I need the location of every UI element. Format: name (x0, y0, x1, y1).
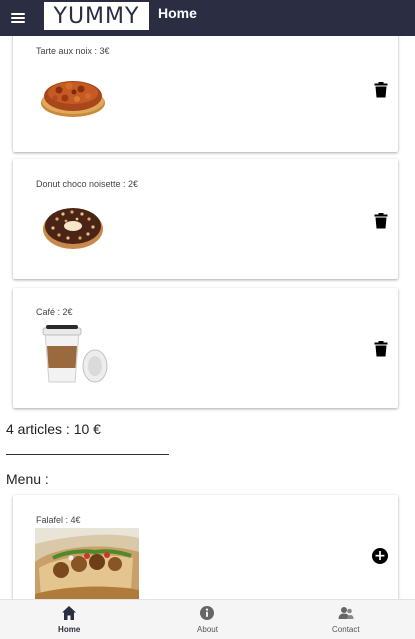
yummy-logo[interactable]: YUMMY (44, 2, 149, 30)
menu-heading: Menu : (6, 471, 49, 487)
nav-label: About (197, 625, 218, 634)
divider (6, 454, 169, 455)
nav-label: Home (58, 625, 81, 634)
cart-total: 4 articles : 10 € (6, 421, 101, 437)
home-icon (62, 606, 77, 620)
add-to-cart-button[interactable]: + (372, 548, 388, 564)
cart-item-label: Donut choco noisette : 2€ (36, 179, 139, 189)
nav-item-home[interactable]: Home (0, 600, 138, 639)
info-icon (200, 606, 215, 620)
main-content[interactable]: Tarte aux noix : 3€ Donut choco noisette… (0, 36, 415, 599)
top-app-bar: YUMMY Home (0, 0, 415, 36)
app-root: YUMMY Home Tarte aux noix : 3€ Donut cho… (0, 0, 415, 639)
menu-item-card: Falafel : 4€ + (13, 495, 398, 599)
nav-item-contact[interactable]: Contact (277, 600, 415, 639)
contact-icon (338, 607, 354, 619)
cart-item-card: Tarte aux noix : 3€ (13, 36, 398, 152)
page-title: Home (158, 5, 197, 21)
logo-text: YUMMY (53, 3, 140, 29)
cart-item-card: Café : 2€ (13, 288, 398, 408)
coffee-cup-image (42, 325, 108, 383)
delete-icon[interactable] (374, 341, 388, 357)
walnut-tart-image (41, 81, 105, 117)
menu-item-label: Falafel : 4€ (36, 515, 81, 525)
nav-label: Contact (332, 625, 360, 634)
delete-icon[interactable] (374, 82, 388, 98)
cart-item-card: Donut choco noisette : 2€ (13, 159, 398, 279)
cart-item-label: Tarte aux noix : 3€ (36, 46, 110, 56)
hamburger-icon (11, 13, 25, 23)
delete-icon[interactable] (374, 213, 388, 229)
menu-button[interactable] (0, 0, 36, 36)
nav-item-about[interactable]: About (138, 600, 276, 639)
falafel-image (35, 528, 139, 599)
donut-image (43, 208, 103, 249)
bottom-navigation: Home About Contact (0, 599, 415, 639)
plus-icon: + (374, 548, 386, 564)
cart-item-label: Café : 2€ (36, 307, 73, 317)
